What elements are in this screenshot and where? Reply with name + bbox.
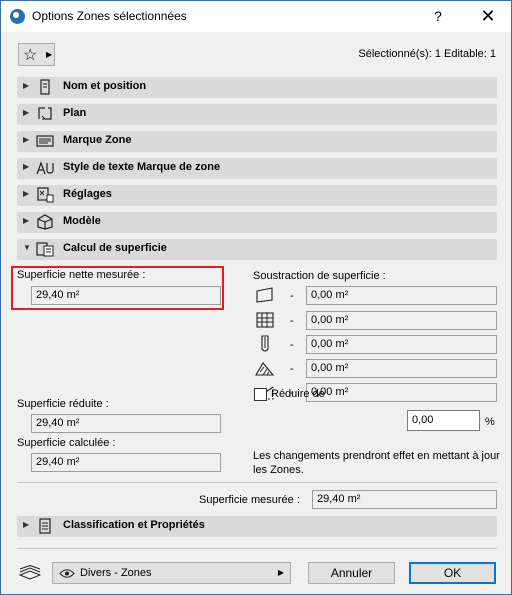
- favorites-button[interactable]: ☆ ▶: [18, 43, 55, 66]
- measured-area-value: 29,40 m²: [312, 490, 497, 509]
- layers-icon: [18, 565, 42, 580]
- subtraction-label: Soustraction de superficie :: [253, 270, 386, 282]
- reduced-area-value: 29,40 m²: [31, 414, 221, 433]
- window-title: Options Zones sélectionnées: [32, 9, 187, 23]
- plan-icon: [38, 107, 52, 120]
- panel-calcul-de-superficie[interactable]: ▼ Calcul de superficie: [17, 239, 497, 260]
- archicad-app-icon: [10, 9, 25, 24]
- panel-modele[interactable]: ▶ Modèle: [17, 212, 497, 233]
- subtraction-value: 0,00 m²: [306, 311, 497, 330]
- subtraction-dash: -: [290, 363, 294, 375]
- expand-arrow-icon: ▶: [23, 81, 30, 90]
- hatched-slope-icon: [255, 362, 275, 376]
- panel-marque-zone[interactable]: ▶ Marque Zone: [17, 131, 497, 152]
- update-note: Les changements prendront effet en metta…: [253, 450, 500, 476]
- panel-label: Style de texte Marque de zone: [63, 161, 221, 173]
- reduce-by-input[interactable]: 0,00: [407, 410, 480, 431]
- area-calculation-icon: [36, 242, 54, 257]
- separator: [17, 482, 497, 483]
- panel-label: Calcul de superficie: [63, 242, 167, 254]
- close-button[interactable]: ✕: [474, 5, 502, 27]
- text-style-icon: [36, 161, 54, 175]
- reduce-by-label: Réduire de: [271, 388, 325, 400]
- column-icon: [261, 335, 269, 352]
- layer-value: Divers - Zones: [80, 567, 152, 579]
- zone-stamp-icon: [36, 135, 54, 147]
- subtraction-value: 0,00 m²: [306, 359, 497, 378]
- subtraction-value: 0,00 m²: [306, 286, 497, 305]
- panel-reglages[interactable]: ▶ Réglages: [17, 185, 497, 206]
- panel-label: Réglages: [63, 188, 112, 200]
- measured-area-label: Superficie mesurée :: [199, 494, 300, 506]
- subtraction-dash: -: [290, 290, 294, 302]
- expand-arrow-icon: ▶: [23, 189, 30, 198]
- help-button[interactable]: ?: [428, 6, 448, 26]
- selected-info: Sélectionné(s): 1 Editable: 1: [358, 48, 496, 60]
- classification-icon: [39, 518, 51, 534]
- subtraction-dash: -: [290, 315, 294, 327]
- subtraction-value: 0,00 m²: [306, 335, 497, 354]
- triangle-right-icon: ▶: [277, 568, 284, 577]
- collapse-arrow-icon: ▼: [23, 243, 31, 252]
- panel-label: Modèle: [63, 215, 101, 227]
- panel-plan[interactable]: ▶ Plan: [17, 104, 497, 125]
- net-measured-value: 29,40 m²: [31, 286, 221, 305]
- ok-button[interactable]: OK: [409, 562, 496, 584]
- layer-select[interactable]: Divers - Zones ▶: [52, 562, 291, 584]
- panel-label: Plan: [63, 107, 87, 119]
- wall-surface-icon: [256, 287, 273, 303]
- name-position-icon: [40, 79, 50, 95]
- reduced-area-label: Superficie réduite :: [17, 398, 109, 410]
- calculated-area-label: Superficie calculée :: [17, 437, 116, 449]
- expand-arrow-icon: ▶: [23, 162, 30, 171]
- cancel-button[interactable]: Annuler: [308, 562, 395, 584]
- percent-unit: %: [485, 416, 495, 428]
- separator: [17, 548, 497, 549]
- star-icon: ☆: [23, 47, 38, 64]
- title-bar: Options Zones sélectionnées ? ✕: [1, 1, 511, 32]
- triangle-right-icon: ▶: [46, 50, 53, 59]
- settings-icon: [37, 187, 54, 203]
- dialog-body: ☆ ▶ Sélectionné(s): 1 Editable: 1 ▶ Nom …: [1, 32, 511, 594]
- panel-label: Marque Zone: [63, 134, 132, 146]
- options-dialog: Options Zones sélectionnées ? ✕ ☆ ▶ Séle…: [0, 0, 512, 595]
- expand-arrow-icon: ▶: [23, 216, 30, 225]
- panel-label: Classification et Propriétés: [63, 519, 205, 531]
- expand-arrow-icon: ▶: [23, 135, 30, 144]
- eye-icon: [59, 569, 75, 578]
- grid-area-icon: [256, 312, 274, 328]
- panel-label: Nom et position: [63, 80, 147, 92]
- net-measured-label: Superficie nette mesurée :: [17, 269, 146, 281]
- calculated-area-value: 29,40 m²: [31, 453, 221, 472]
- panel-nom-et-position[interactable]: ▶ Nom et position: [17, 77, 497, 98]
- panel-style-de-texte[interactable]: ▶ Style de texte Marque de zone: [17, 158, 497, 179]
- expand-arrow-icon: ▶: [23, 108, 30, 117]
- model-icon: [37, 214, 53, 230]
- reduce-by-checkbox[interactable]: [254, 388, 267, 401]
- panel-classification[interactable]: ▶ Classification et Propriétés: [17, 516, 497, 537]
- subtraction-value: 0,00 m²: [306, 383, 497, 402]
- subtraction-dash: -: [290, 339, 294, 351]
- expand-arrow-icon: ▶: [23, 520, 30, 529]
